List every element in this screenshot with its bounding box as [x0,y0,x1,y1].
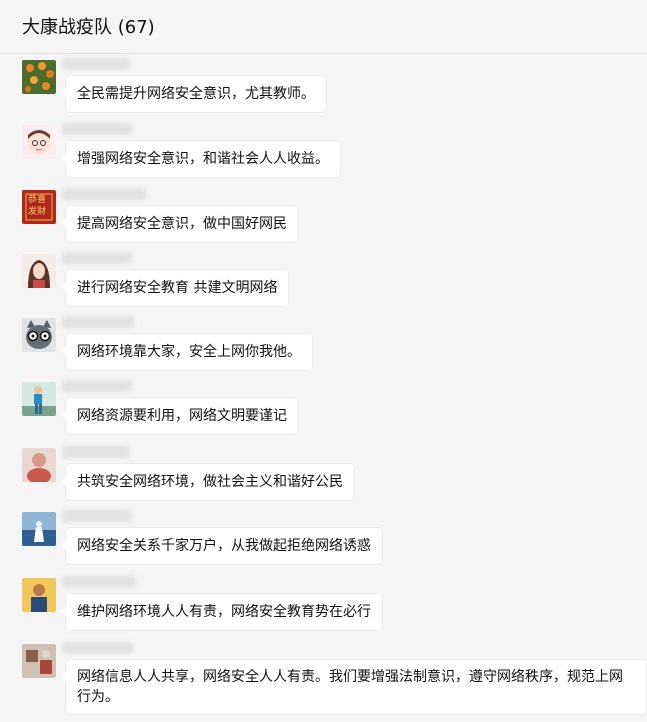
blurred-photo-avatar-icon [22,448,56,482]
avatar[interactable] [22,60,56,94]
message-bubble[interactable]: 进行网络安全教育 共建文明网络 [60,270,289,306]
message-bubble[interactable]: 网络环境靠大家，安全上网你我他。 [61,334,312,370]
avatar[interactable] [22,644,56,678]
orange-tree-avatar-icon [22,60,56,94]
sender-name-blurred [62,642,134,654]
avatar[interactable] [22,382,56,416]
message-bubble[interactable]: 提高网络安全意识，做中国好网民 [61,206,298,242]
avatar[interactable] [22,512,56,546]
message-bubble[interactable]: 网络资源要利用，网络文明要谨记 [61,398,298,434]
cartoon-girl-avatar-icon [22,125,56,159]
message-bubble[interactable]: 维护网络环境人人有责，网络安全教育势在必行 [61,594,382,630]
sender-name-blurred [62,446,130,458]
sender-name-blurred [62,58,130,70]
message-bubble[interactable]: 网络安全关系千家万户，从我做起拒绝网络诱惑 [61,528,382,564]
message-bubble[interactable]: 全民需提升网络安全意识，尤其教师。 [61,76,326,112]
sender-name-blurred [62,380,132,392]
avatar[interactable] [22,448,56,482]
avatar-badge-text: 恭喜发财 [28,195,47,217]
group-chat-title[interactable]: 大康战疫队 (67) [22,13,155,39]
sender-name-blurred [62,123,132,135]
sender-name-blurred [62,316,134,328]
message-bubble[interactable]: 增强网络安全意识，和谐社会人人收益。 [61,141,340,177]
yellow-photo-avatar-icon [22,578,56,612]
woman-portrait-avatar-icon [22,254,56,288]
avatar[interactable] [22,125,56,159]
sender-name-blurred [62,510,132,522]
message-bubble[interactable]: 共筑安全网络环境，做社会主义和谐好公民 [61,464,354,500]
cat-with-glasses-avatar-icon [22,318,56,352]
sender-name-blurred [62,188,146,200]
message-bubble[interactable]: 网络信息人人共享，网络安全人人有责。我们要增强法制意识，遵守网络秩序，规范上网行… [61,660,646,714]
sky-figure-avatar-icon [22,512,56,546]
avatar[interactable] [22,578,56,612]
room-photo-avatar-icon [22,644,56,678]
avatar[interactable] [22,318,56,352]
standing-person-avatar-icon [22,382,56,416]
avatar[interactable]: 恭喜发财 [22,190,56,224]
chat-header: 大康战疫队 (67) [0,0,647,54]
avatar[interactable] [22,254,56,288]
sender-name-blurred [62,576,136,588]
sender-name-blurred [62,252,132,264]
